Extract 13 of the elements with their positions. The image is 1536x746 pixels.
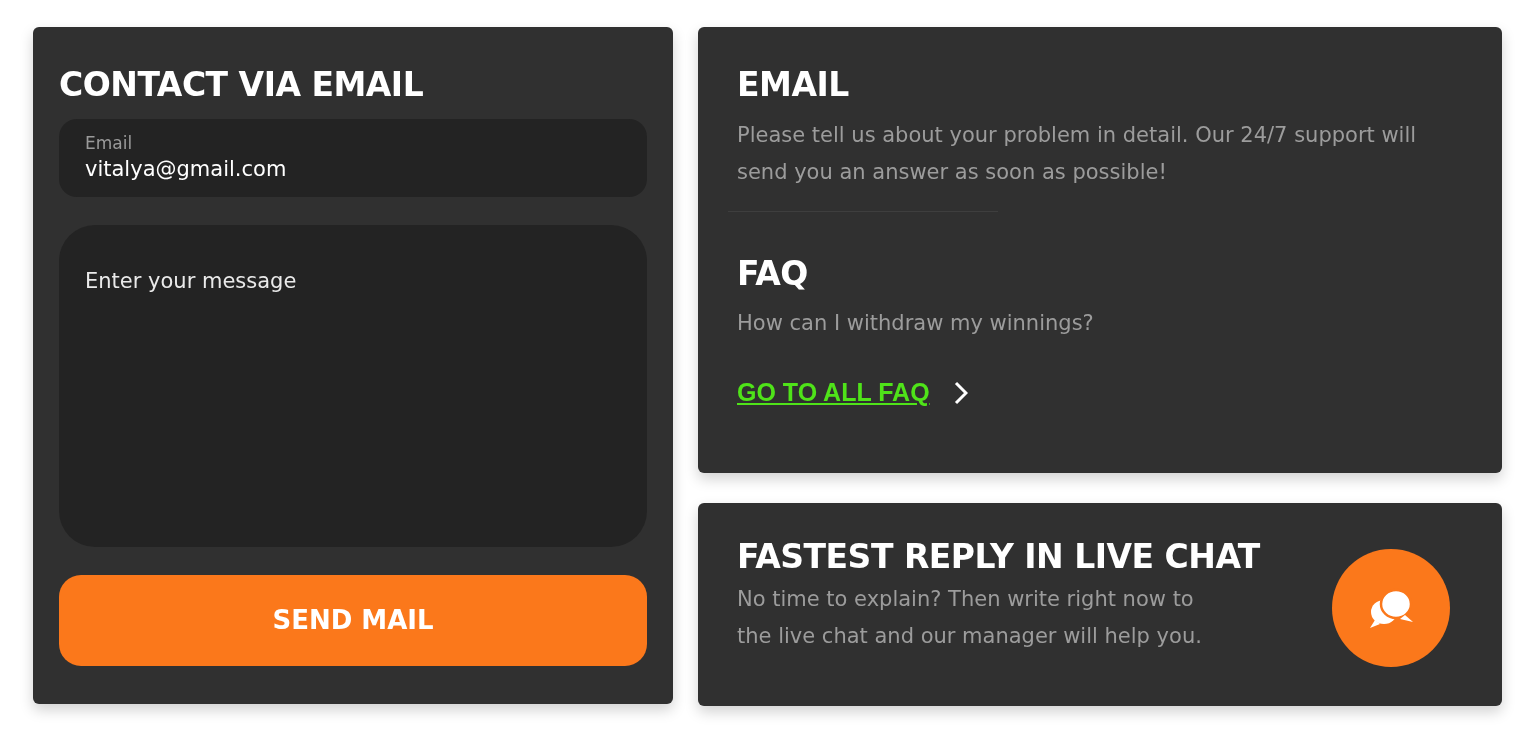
live-chat-title: FASTEST REPLY IN LIVE CHAT: [737, 537, 1261, 577]
message-field[interactable]: Enter your message: [59, 224, 647, 547]
chevron-right-icon[interactable]: [953, 380, 968, 405]
live-chat-description: No time to explain? Then write right now to the live chat and our manager will help you.: [737, 585, 1203, 650]
email-title: EMAIL: [737, 65, 850, 105]
email-description: Please tell us about your problem in detail. Our 24/7 support will send you an answer as soon as possible!: [737, 121, 1418, 186]
field-label: Email: [85, 132, 134, 153]
email-field[interactable]: Email vitalya@gmail.com: [59, 118, 647, 197]
faq-link[interactable]: GO TO ALL FAQ: [737, 378, 930, 408]
email-input[interactable]: vitalya@gmail.com: [85, 156, 621, 181]
faq-question: How can I withdraw my winnings?: [737, 310, 1095, 338]
faq-title: FAQ: [737, 253, 809, 294]
contact-title: CONTACT VIA EMAIL: [59, 65, 425, 105]
